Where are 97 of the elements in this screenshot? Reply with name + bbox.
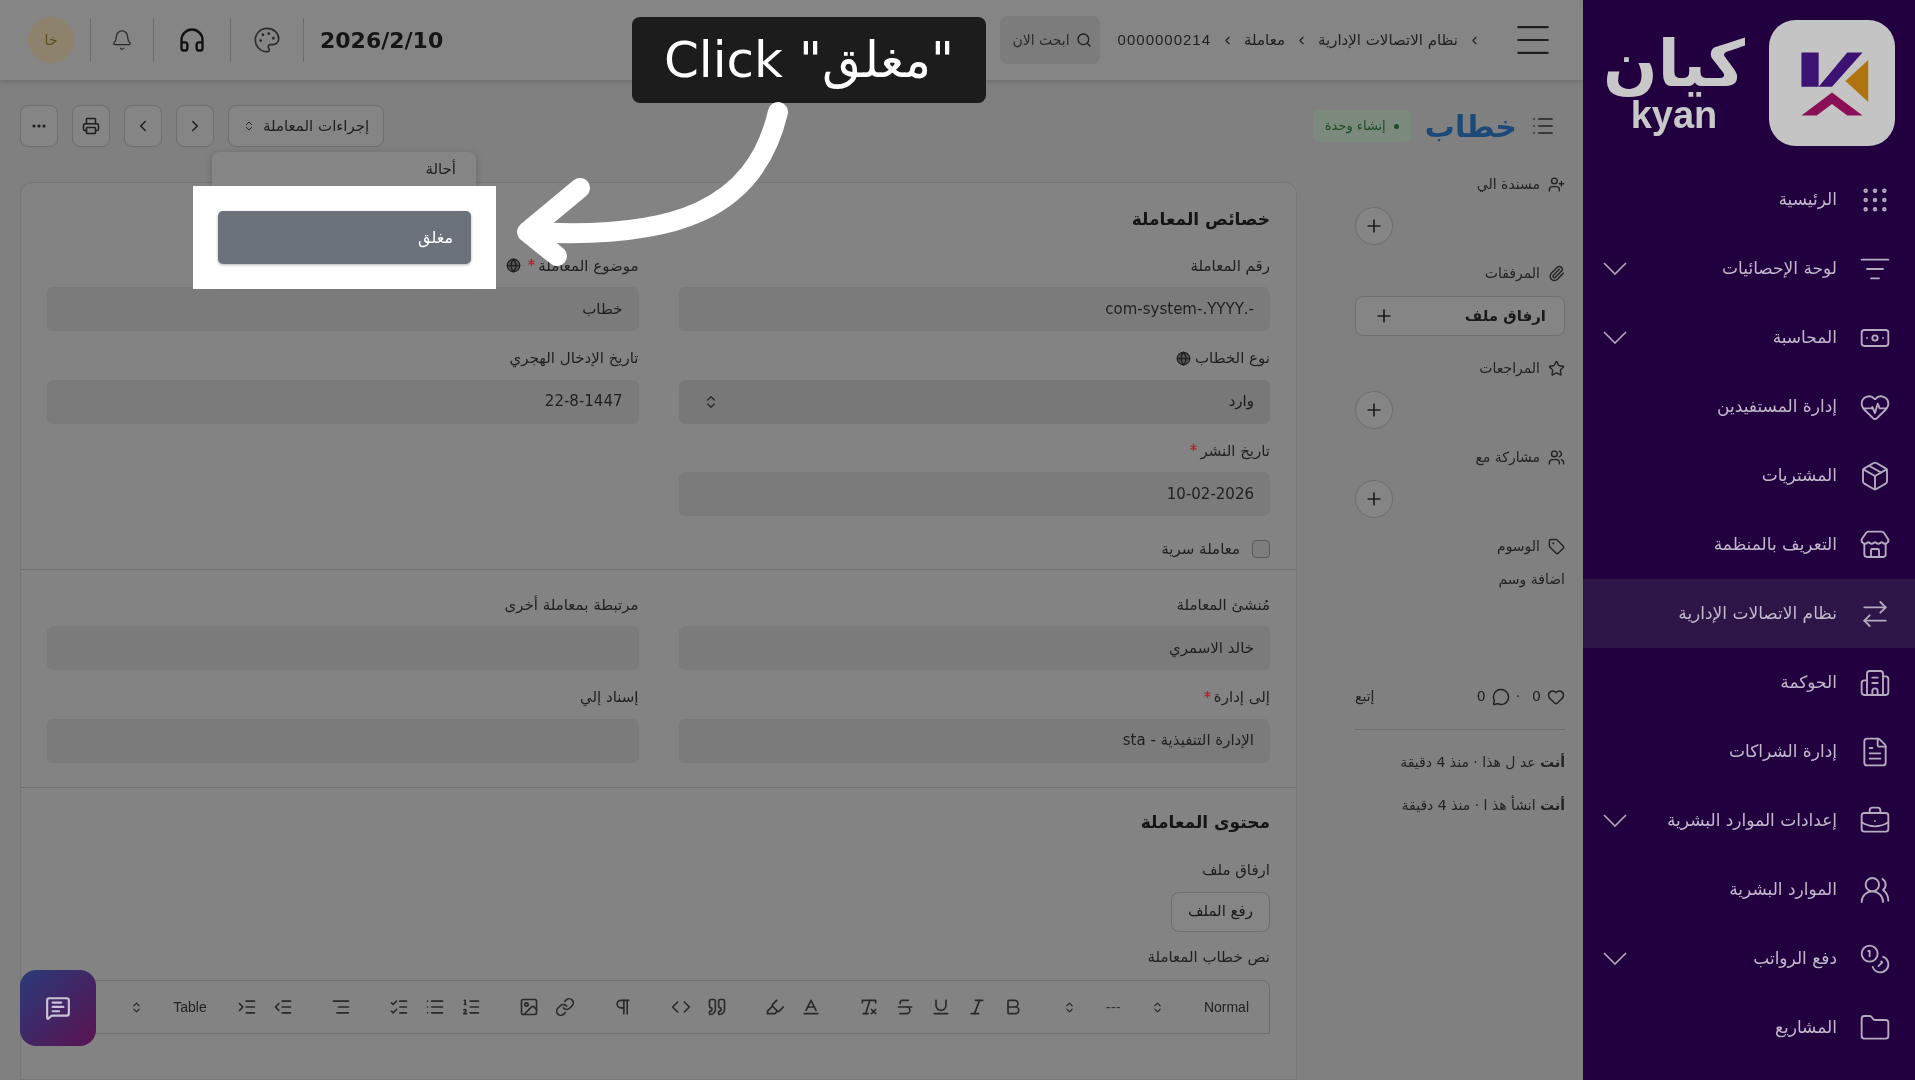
add-button[interactable] bbox=[1355, 480, 1393, 518]
sidebar-item[interactable]: المشتريات bbox=[1583, 441, 1915, 510]
field-label: تاريخ النشر bbox=[1200, 440, 1270, 462]
outdent-icon[interactable] bbox=[272, 997, 293, 1017]
divider-option[interactable]: --- bbox=[1105, 996, 1121, 1018]
breadcrumb-link[interactable]: نظام الاتصالات الإدارية bbox=[1317, 28, 1458, 52]
field-label: مُنشئ المعاملة bbox=[1176, 594, 1270, 616]
like-count: 0 bbox=[1532, 687, 1541, 706]
panel-label: الوسوم bbox=[1496, 537, 1540, 557]
sidebar-item[interactable]: إعدادات الموارد البشرية bbox=[1583, 786, 1915, 855]
section-title: محتوى المعاملة bbox=[1139, 810, 1270, 834]
actions-button[interactable]: إجراءات المعاملة bbox=[228, 105, 385, 147]
chat-button[interactable] bbox=[20, 970, 96, 1046]
paperclip-icon bbox=[1548, 265, 1565, 282]
input-field[interactable]: الإدارة التنفيذية - sta bbox=[678, 718, 1270, 763]
menu-item[interactable]: مغلق bbox=[218, 211, 471, 264]
sidebar-item[interactable]: إدارة المستفيدين bbox=[1583, 372, 1915, 441]
input-field[interactable]: خالد الاسمري bbox=[678, 626, 1270, 670]
nav-icon bbox=[1859, 459, 1891, 492]
star-icon bbox=[1548, 360, 1565, 377]
bullet-list-icon[interactable] bbox=[424, 997, 445, 1017]
menu-item[interactable]: أحالة bbox=[232, 158, 456, 181]
field-label: رقم المعاملة bbox=[1190, 255, 1270, 277]
upload-button[interactable]: رفع الملف bbox=[1170, 891, 1270, 932]
checkbox[interactable] bbox=[1252, 540, 1270, 559]
follow-link[interactable]: إتبع bbox=[1355, 686, 1375, 707]
nav-icon bbox=[1859, 942, 1891, 975]
highlight-icon[interactable] bbox=[764, 997, 785, 1017]
page-title: خطاب bbox=[1424, 107, 1517, 146]
activity-entry: أنت انشأ هذ ا · منذ 4 دقيقة bbox=[1400, 795, 1565, 815]
comment-count: 0 bbox=[1476, 687, 1486, 706]
sidebar-item[interactable]: إدارة الشراكات bbox=[1583, 717, 1915, 786]
add-button[interactable] bbox=[1355, 391, 1393, 429]
image-icon[interactable] bbox=[518, 997, 539, 1017]
input-field[interactable]: -.com-system-.YYYY bbox=[678, 287, 1270, 331]
field-label: نوع الخطاب bbox=[1194, 348, 1270, 369]
user-plus-icon bbox=[1548, 176, 1565, 193]
input-field[interactable]: 10-02-2026 bbox=[678, 472, 1270, 516]
print-button[interactable] bbox=[72, 105, 110, 147]
style-select[interactable]: Normal bbox=[1150, 996, 1249, 1018]
chevrons-icon bbox=[243, 120, 255, 132]
indent-icon[interactable] bbox=[236, 997, 257, 1017]
attach-file-button[interactable]: ارفاق ملف bbox=[1355, 296, 1565, 336]
sidebar-item[interactable]: الموارد البشرية bbox=[1583, 855, 1915, 924]
date-text: 2026/2/10 bbox=[319, 26, 445, 55]
panel-label: المرفقات bbox=[1484, 264, 1540, 283]
panel-label: المراجعات bbox=[1479, 359, 1540, 378]
ordered-list-icon[interactable] bbox=[460, 997, 481, 1017]
more-icon bbox=[32, 124, 46, 128]
checklist-icon[interactable] bbox=[388, 997, 409, 1017]
quote-icon[interactable] bbox=[706, 997, 727, 1017]
section-title: خصائص المعاملة bbox=[1130, 208, 1270, 232]
link-icon[interactable] bbox=[554, 997, 575, 1017]
panel-label: مشاركة مع bbox=[1475, 448, 1540, 468]
sidebar-item[interactable]: المشاريع bbox=[1583, 993, 1915, 1062]
sidebar-item[interactable]: التعريف بالمنظمة bbox=[1583, 510, 1915, 579]
table-select[interactable]: Table bbox=[130, 996, 207, 1018]
activity-entry: أنت عد ل هذا · منذ 4 دقيقة bbox=[1399, 752, 1565, 772]
status-badge: إنشاء وحدة bbox=[1312, 110, 1411, 142]
input-field[interactable]: خطاب bbox=[47, 287, 639, 331]
bell-icon[interactable] bbox=[111, 29, 133, 51]
sidebar-item[interactable]: لوحة الإحصائيات bbox=[1583, 234, 1915, 303]
checkbox-label: معاملة سرية bbox=[1161, 539, 1240, 560]
breadcrumb-link[interactable]: 0000000214 bbox=[1117, 28, 1212, 52]
nav-icon bbox=[1859, 528, 1891, 561]
breadcrumb-link[interactable]: معاملة bbox=[1244, 28, 1285, 52]
field-label: تاريخ الإدخال الهجري bbox=[509, 348, 639, 370]
tag-icon bbox=[1548, 538, 1565, 555]
sidebar-item[interactable]: دفع الرواتب bbox=[1583, 924, 1915, 993]
users-icon bbox=[1548, 449, 1565, 466]
sidebar-item[interactable]: الحوكمة bbox=[1583, 648, 1915, 717]
chat-icon bbox=[45, 995, 71, 1021]
panel-label: مسندة الي bbox=[1476, 175, 1540, 194]
search-icon bbox=[1075, 32, 1092, 48]
input-field[interactable]: 22-8-1447 bbox=[47, 379, 639, 424]
sidebar-item[interactable]: نظام الاتصالات الإدارية bbox=[1583, 579, 1915, 648]
headset-icon[interactable] bbox=[178, 26, 206, 54]
sidebar-item[interactable]: المحاسبة bbox=[1583, 303, 1915, 372]
logo-text: كيان bbox=[1603, 31, 1745, 96]
separator-dot: · bbox=[1515, 687, 1521, 706]
field-label: مرتبطة بمعاملة أخرى bbox=[504, 594, 639, 616]
select-field[interactable]: وارد bbox=[678, 379, 1270, 424]
printer-icon bbox=[82, 117, 100, 135]
field-label: ارفاق ملف bbox=[1200, 860, 1270, 881]
field-label: نص خطاب المعاملة bbox=[1146, 946, 1270, 968]
palette-icon[interactable] bbox=[253, 26, 281, 54]
sidebar-item[interactable]: الرئيسية bbox=[1583, 165, 1915, 234]
instruction-callout: Click "مغلق" bbox=[632, 17, 986, 103]
comment-icon[interactable] bbox=[1491, 687, 1510, 706]
field-label: إسناد إلي bbox=[579, 687, 639, 709]
field-label: إلى إدارة bbox=[1213, 687, 1270, 708]
add-tag-link[interactable]: اضافة وسم bbox=[1355, 569, 1565, 590]
align-icon[interactable] bbox=[330, 997, 351, 1017]
search-field[interactable]: ابحث الان bbox=[999, 16, 1100, 64]
field-label: موضوع المعاملة bbox=[538, 255, 639, 277]
add-button[interactable] bbox=[1355, 207, 1393, 245]
heart-icon[interactable] bbox=[1547, 687, 1565, 706]
